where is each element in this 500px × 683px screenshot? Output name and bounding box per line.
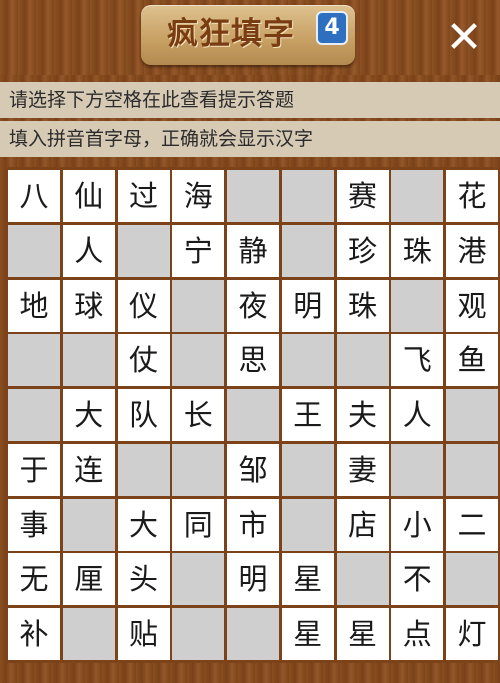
grid-cell-r1-c2	[117, 224, 170, 277]
grid-cell-r7-c0[interactable]: 无	[8, 553, 60, 606]
grid-cell-r1-c0	[8, 224, 60, 277]
grid-cell-r8-c3	[172, 608, 225, 660]
grid-cell-r8-c8[interactable]: 灯	[446, 608, 498, 660]
grid-cell-r5-c8	[446, 443, 498, 496]
grid-cell-r0-c3[interactable]: 海	[172, 170, 225, 222]
grid-cell-r0-c0[interactable]: 八	[8, 170, 60, 222]
grid-cell-r2-c6[interactable]: 珠	[336, 279, 389, 332]
grid-cell-r8-c0[interactable]: 补	[8, 608, 60, 660]
grid-cell-r7-c2[interactable]: 头	[117, 553, 170, 606]
grid-cell-r3-c0	[8, 334, 60, 387]
grid-cell-r0-c1[interactable]: 仙	[62, 170, 115, 222]
grid-cell-r6-c7[interactable]: 小	[391, 498, 444, 551]
grid-cell-r3-c6	[336, 334, 389, 387]
grid-cell-r6-c6[interactable]: 店	[336, 498, 389, 551]
grid-cell-r0-c5	[281, 170, 334, 222]
level-badge: 4	[316, 11, 348, 45]
grid-cell-r4-c3[interactable]: 长	[172, 389, 225, 441]
grid-cell-r2-c4[interactable]: 夜	[227, 279, 279, 332]
grid-cell-r4-c5[interactable]: 王	[281, 389, 334, 441]
grid-cell-r8-c2[interactable]: 贴	[117, 608, 170, 660]
game-title: 疯狂填字	[167, 16, 295, 52]
title-plaque: 疯狂填字 4	[141, 5, 355, 65]
grid-cell-r4-c6[interactable]: 夫	[336, 389, 389, 441]
grid-cell-r8-c1	[62, 608, 115, 660]
grid-cell-r6-c5	[281, 498, 334, 551]
grid-cell-r2-c5[interactable]: 明	[281, 279, 334, 332]
hint-line-1: 请选择下方空格在此查看提示答题	[0, 82, 500, 118]
grid-cell-r1-c4[interactable]: 静	[227, 224, 279, 277]
grid-cell-r2-c3	[172, 279, 225, 332]
grid-cell-r3-c5	[281, 334, 334, 387]
grid-cell-r0-c6[interactable]: 赛	[336, 170, 389, 222]
grid-cell-r7-c1[interactable]: 厘	[62, 553, 115, 606]
grid-cell-r3-c3	[172, 334, 225, 387]
grid-cell-r3-c7[interactable]: 飞	[391, 334, 444, 387]
grid-cell-r6-c2[interactable]: 大	[117, 498, 170, 551]
grid-cell-r4-c4	[227, 389, 279, 441]
grid-cell-r1-c8[interactable]: 港	[446, 224, 498, 277]
grid-cell-r8-c6[interactable]: 星	[336, 608, 389, 660]
grid-cell-r0-c2[interactable]: 过	[117, 170, 170, 222]
grid-cell-r2-c2[interactable]: 仪	[117, 279, 170, 332]
top-bar: 疯狂填字 4 ✕	[0, 0, 500, 75]
grid-cell-r1-c7[interactable]: 珠	[391, 224, 444, 277]
grid-cell-r3-c8[interactable]: 鱼	[446, 334, 498, 387]
grid-cell-r4-c0	[8, 389, 60, 441]
grid-cell-r6-c0[interactable]: 事	[8, 498, 60, 551]
grid-cell-r5-c0[interactable]: 于	[8, 443, 60, 496]
grid-cell-r3-c4[interactable]: 思	[227, 334, 279, 387]
grid-cell-r4-c2[interactable]: 队	[117, 389, 170, 441]
grid-cell-r5-c2	[117, 443, 170, 496]
grid-cell-r3-c2[interactable]: 仗	[117, 334, 170, 387]
grid-cell-r2-c7	[391, 279, 444, 332]
grid-cell-r8-c7[interactable]: 点	[391, 608, 444, 660]
grid-cell-r7-c3	[172, 553, 225, 606]
crossword-grid: 八仙过海赛花人宁静珍珠港地球仪夜明珠观仗思飞鱼大队长王夫人于连邹妻事大同市店小二…	[5, 167, 498, 663]
grid-cell-r7-c6	[336, 553, 389, 606]
grid-cell-r7-c8	[446, 553, 498, 606]
grid-cell-r2-c8[interactable]: 观	[446, 279, 498, 332]
grid-cell-r7-c4[interactable]: 明	[227, 553, 279, 606]
grid-cell-r4-c8	[446, 389, 498, 441]
close-icon[interactable]: ✕	[440, 14, 488, 62]
hint-line-2: 填入拼音首字母，正确就会显示汉字	[0, 121, 500, 157]
grid-cell-r1-c1[interactable]: 人	[62, 224, 115, 277]
grid-cell-r8-c5[interactable]: 星	[281, 608, 334, 660]
grid-cell-r6-c3[interactable]: 同	[172, 498, 225, 551]
grid-cell-r0-c7	[391, 170, 444, 222]
grid-cell-r5-c5	[281, 443, 334, 496]
grid-cell-r8-c4	[227, 608, 279, 660]
grid-cell-r2-c1[interactable]: 球	[62, 279, 115, 332]
grid-cell-r7-c5[interactable]: 星	[281, 553, 334, 606]
grid-cell-r4-c7[interactable]: 人	[391, 389, 444, 441]
grid-cell-r2-c0[interactable]: 地	[8, 279, 60, 332]
grid-cell-r6-c8[interactable]: 二	[446, 498, 498, 551]
grid-cell-r1-c3[interactable]: 宁	[172, 224, 225, 277]
grid-cell-r5-c1[interactable]: 连	[62, 443, 115, 496]
grid-cell-r1-c5	[281, 224, 334, 277]
grid-cell-r5-c3	[172, 443, 225, 496]
grid-cell-r0-c4	[227, 170, 279, 222]
grid-cell-r5-c4[interactable]: 邹	[227, 443, 279, 496]
grid-cell-r6-c4[interactable]: 市	[227, 498, 279, 551]
grid-cell-r7-c7[interactable]: 不	[391, 553, 444, 606]
grid-cell-r1-c6[interactable]: 珍	[336, 224, 389, 277]
grid-cell-r0-c8[interactable]: 花	[446, 170, 498, 222]
grid-cell-r5-c6[interactable]: 妻	[336, 443, 389, 496]
grid-cell-r6-c1	[62, 498, 115, 551]
grid-cell-r4-c1[interactable]: 大	[62, 389, 115, 441]
grid-cell-r3-c1	[62, 334, 115, 387]
grid-cell-r5-c7	[391, 443, 444, 496]
